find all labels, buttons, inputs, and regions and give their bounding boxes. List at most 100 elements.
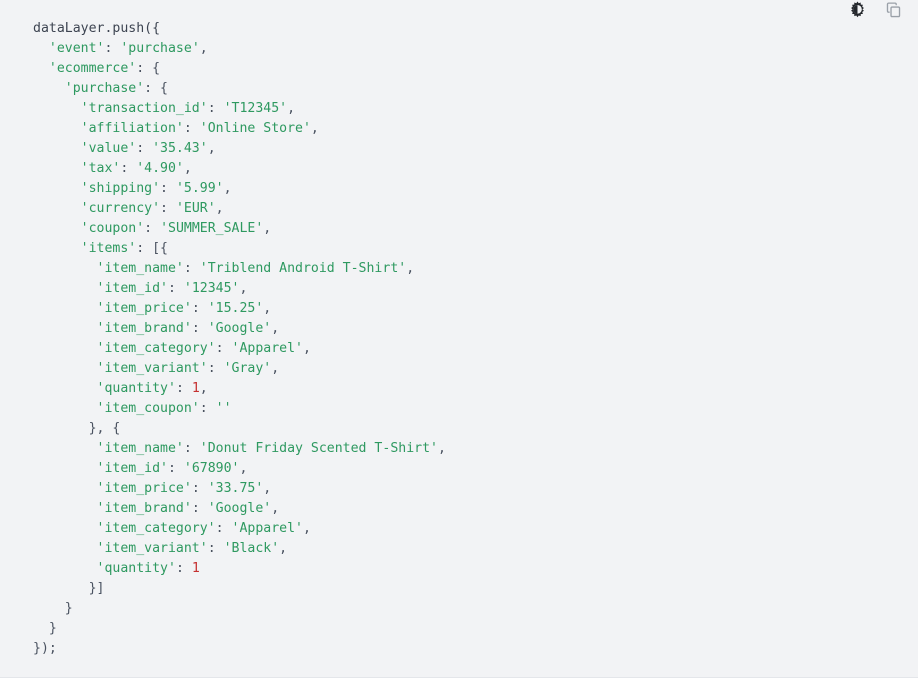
code-token-str: 'event' bbox=[48, 41, 105, 56]
code-token-str: 'purchase' bbox=[120, 41, 200, 56]
code-token-str: 'Google' bbox=[207, 501, 272, 516]
code-token-pun: , bbox=[287, 101, 296, 116]
code-token-str: '4.90' bbox=[136, 161, 184, 176]
code-token-pun: , bbox=[183, 161, 192, 176]
code-token-str: 'SUMMER_SALE' bbox=[160, 221, 264, 236]
code-line: dataLayer.push({ bbox=[33, 19, 446, 39]
code-line: 'item_id': '67890', bbox=[33, 459, 446, 479]
code-token-pun: , bbox=[199, 41, 208, 56]
code-token-str: 'Apparel' bbox=[231, 341, 303, 356]
theme-toggle-button[interactable] bbox=[846, 0, 868, 22]
code-token-str: 'items' bbox=[80, 241, 137, 256]
code-token-pun: , bbox=[310, 121, 319, 136]
code-token-pun: : bbox=[191, 301, 208, 316]
code-token-pun: : bbox=[191, 481, 208, 496]
code-token-str: 'Donut Friday Scented T-Shirt' bbox=[199, 441, 438, 456]
code-token-pun: , bbox=[207, 141, 216, 156]
code-line: }] bbox=[33, 579, 446, 599]
code-token-pun: }); bbox=[33, 641, 57, 656]
code-token-str: 'item_price' bbox=[96, 301, 192, 316]
code-token-pun: , bbox=[239, 461, 248, 476]
code-token-pun: : bbox=[160, 201, 176, 216]
copy-code-button[interactable] bbox=[882, 0, 904, 22]
code-line: 'item_id': '12345', bbox=[33, 279, 446, 299]
code-token-pun: , bbox=[302, 341, 311, 356]
code-line: 'item_price': '15.25', bbox=[33, 299, 446, 319]
code-line: 'affiliation': 'Online Store', bbox=[33, 119, 446, 139]
code-token-pun: , bbox=[215, 201, 224, 216]
code-line: 'coupon': 'SUMMER_SALE', bbox=[33, 219, 446, 239]
code-token-pun: : bbox=[168, 461, 184, 476]
code-token-pun: : bbox=[136, 141, 153, 156]
code-line: 'quantity': 1, bbox=[33, 379, 446, 399]
code-token-str: 'ecommerce' bbox=[48, 61, 137, 76]
code-line: 'ecommerce': { bbox=[33, 59, 446, 79]
code-token-pun: : bbox=[191, 501, 208, 516]
code-token-pun: : bbox=[183, 441, 200, 456]
code-token-pun: , bbox=[239, 281, 248, 296]
code-token-id: dataLayer.push({ bbox=[33, 21, 161, 36]
code-token-pun: : bbox=[160, 181, 176, 196]
code-token-str: 'Apparel' bbox=[231, 521, 303, 536]
code-token-pun: , bbox=[271, 501, 280, 516]
code-token-str: 'tax' bbox=[80, 161, 121, 176]
code-token-str: 'item_coupon' bbox=[96, 401, 200, 416]
code-token-str: '12345' bbox=[183, 281, 240, 296]
code-line: 'currency': 'EUR', bbox=[33, 199, 446, 219]
code-token-str: 'item_id' bbox=[96, 281, 168, 296]
code-token-pun: : bbox=[215, 341, 232, 356]
code-token-str: 'value' bbox=[80, 141, 137, 156]
code-line: } bbox=[33, 599, 446, 619]
code-token-str: 'item_category' bbox=[96, 521, 216, 536]
code-token-str: 'item_variant' bbox=[96, 541, 208, 556]
code-token-pun: : { bbox=[144, 81, 168, 96]
code-token-str: 'EUR' bbox=[175, 201, 216, 216]
code-line: 'item_name': 'Donut Friday Scented T-Shi… bbox=[33, 439, 446, 459]
copy-icon bbox=[885, 1, 902, 21]
code-token-pun: : bbox=[104, 41, 121, 56]
code-token-pun: } bbox=[64, 601, 73, 616]
code-token-str: '5.99' bbox=[175, 181, 224, 196]
code-line: 'event': 'purchase', bbox=[33, 39, 446, 59]
code-token-pun: , bbox=[263, 221, 272, 236]
code-token-pun: : bbox=[183, 261, 200, 276]
code-token-pun: , bbox=[406, 261, 415, 276]
code-token-str: 'Black' bbox=[223, 541, 280, 556]
code-token-pun: , bbox=[263, 301, 272, 316]
code-token-str: 'Google' bbox=[207, 321, 272, 336]
code-line: }); bbox=[33, 639, 446, 659]
code-token-pun: , bbox=[437, 441, 446, 456]
code-token-str: 'transaction_id' bbox=[80, 101, 208, 116]
code-token-pun: , bbox=[199, 381, 208, 396]
brightness-icon bbox=[849, 1, 866, 21]
code-token-pun: : bbox=[183, 121, 200, 136]
code-token-pun: : [{ bbox=[136, 241, 168, 256]
code-token-str: 'item_brand' bbox=[96, 501, 192, 516]
code-line: 'item_category': 'Apparel', bbox=[33, 339, 446, 359]
code-token-str: '15.25' bbox=[207, 301, 264, 316]
code-token-str: 'affiliation' bbox=[80, 121, 184, 136]
code-token-pun: : bbox=[175, 381, 192, 396]
code-line: 'quantity': 1 bbox=[33, 559, 446, 579]
code-token-str: '33.75' bbox=[207, 481, 264, 496]
code-token-str: 'Online Store' bbox=[199, 121, 311, 136]
code-token-str: 'Triblend Android T-Shirt' bbox=[199, 261, 407, 276]
code-token-pun: : bbox=[120, 161, 137, 176]
code-token-pun: : bbox=[215, 521, 232, 536]
code-token-pun: : bbox=[175, 561, 192, 576]
code-token-str: 'T12345' bbox=[223, 101, 288, 116]
code-line: }, { bbox=[33, 419, 446, 439]
code-line: 'value': '35.43', bbox=[33, 139, 446, 159]
code-line: 'item_coupon': '' bbox=[33, 399, 446, 419]
code-token-pun: : bbox=[207, 361, 224, 376]
code-token-str: 'quantity' bbox=[96, 561, 176, 576]
code-token-str: 'item_price' bbox=[96, 481, 192, 496]
code-line: 'item_price': '33.75', bbox=[33, 479, 446, 499]
code-token-pun: : bbox=[207, 101, 224, 116]
code-line: 'item_brand': 'Google', bbox=[33, 319, 446, 339]
code-token-pun: , bbox=[223, 181, 232, 196]
code-line: 'item_name': 'Triblend Android T-Shirt', bbox=[33, 259, 446, 279]
code-token-pun: }, { bbox=[88, 421, 121, 436]
code-token-str: 'item_category' bbox=[96, 341, 216, 356]
snippet-toolbar bbox=[846, 0, 904, 22]
